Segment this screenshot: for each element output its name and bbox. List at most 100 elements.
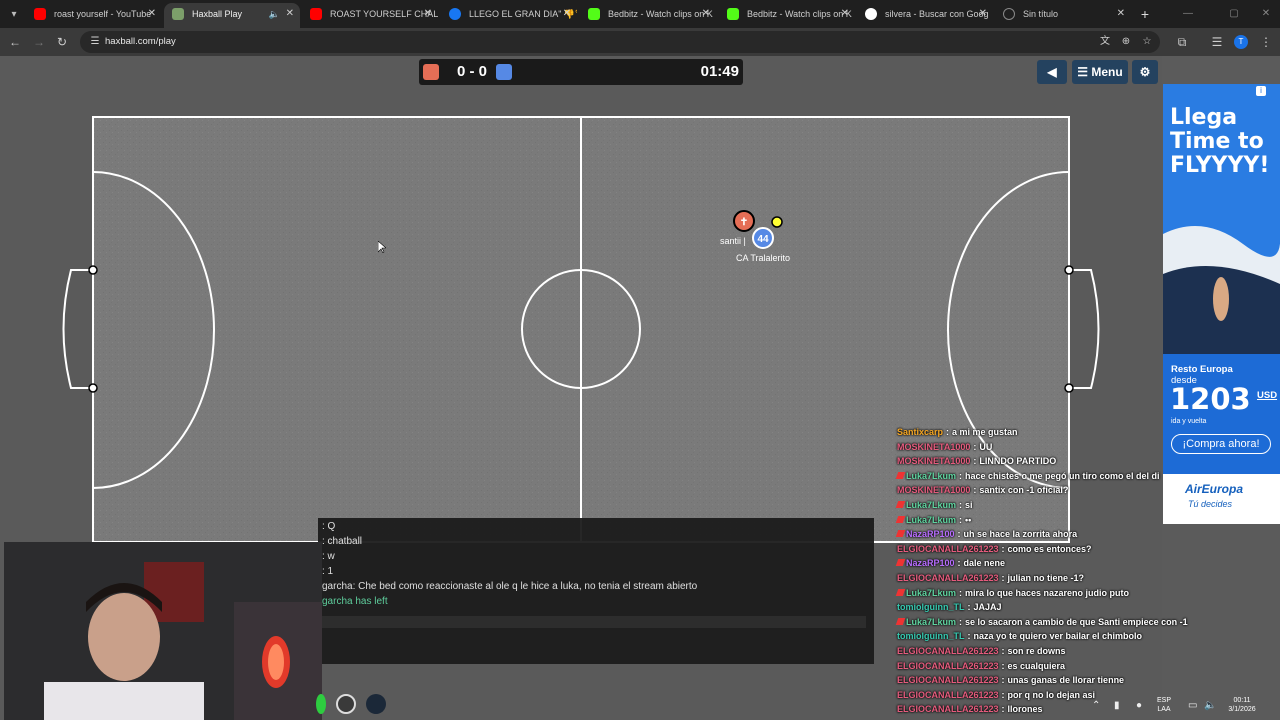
stream-chat-user: Luka7Lkum [906, 470, 957, 481]
ad-trip: ida y vuelta [1171, 418, 1207, 425]
close-icon[interactable]: ✕ [1117, 3, 1125, 25]
browser-toolbar: ← → ↻ ☰ haxball.com/play 文 ⊕ ☆ ⧉ ☰ T ⋮ [0, 28, 1280, 56]
pencil-badge-icon [895, 588, 906, 596]
zoom-icon[interactable]: ⊕ [1118, 34, 1134, 50]
stream-chat-user: ELGIOCANALLA261223 [897, 543, 999, 554]
stream-chat-text: LINNDO PARTIDO [979, 456, 1057, 467]
chat-message: : chatball [322, 536, 363, 547]
stream-chat-text: como es entonces? [1007, 543, 1092, 554]
stream-chat-text: hace chistes o me pegó un tiro como el d… [965, 470, 1160, 481]
stream-chat-colon: : [1001, 543, 1005, 554]
stream-chat-colon: : [973, 485, 977, 496]
airline-ad-banner[interactable]: i Llega Time to FLYYYY! Resto Europa des… [1163, 84, 1280, 524]
kick-icon [588, 8, 600, 20]
stream-chat-colon: : [957, 558, 961, 569]
steam-icon[interactable] [366, 694, 386, 714]
speaker-icon[interactable]: 🔈 [269, 3, 280, 25]
stream-chat-line: NazaRP100: dale nene [895, 556, 1277, 571]
stream-chat-colon: : [959, 587, 963, 598]
minimize-icon[interactable]: — [1180, 4, 1196, 24]
network-icon[interactable]: ▭ [1188, 692, 1197, 720]
stream-chat-line: tomiolguinn_TL: JAJAJ [897, 600, 1277, 615]
tab-kick-2[interactable]: Bedbitz - Watch clips on K ✕ [719, 3, 855, 25]
stream-chat-text: si [965, 499, 973, 510]
profile-avatar[interactable]: T [1234, 35, 1248, 49]
stream-chat-line: ELGIOCANALLA261223: es cualquiera [897, 659, 1277, 674]
site-info-icon[interactable]: ☰ [87, 34, 103, 50]
media-icon[interactable]: ☰ [1208, 33, 1226, 51]
more-menu-icon[interactable]: ⋮ [1257, 33, 1275, 51]
chat-message: : Q [322, 521, 336, 532]
new-tab-button[interactable]: + [1137, 4, 1153, 24]
tab-kick-1[interactable]: Bedbitz - Watch clips on K ✕ [580, 3, 716, 25]
stream-chat-colon: : [959, 514, 963, 525]
stream-chat-user: tomiolguinn_TL [897, 602, 965, 613]
obs-icon[interactable] [336, 694, 356, 714]
ball [771, 216, 783, 228]
language-indicator[interactable]: ESP LAA [1154, 696, 1174, 714]
tab-title: silvera - Buscar con Goog [885, 9, 989, 19]
stream-chat-text: se lo sacaron a cambio de que Santi empi… [965, 616, 1188, 627]
stream-chat-text: dale nene [963, 558, 1006, 569]
address-bar[interactable]: ☰ haxball.com/play 文 ⊕ ☆ [80, 31, 1160, 53]
tab-roast-challenge[interactable]: ROAST YOURSELF CHALL ✕ [302, 3, 438, 25]
star-icon[interactable]: ☆ [1139, 34, 1155, 50]
close-icon[interactable]: ✕ [286, 3, 294, 25]
tab-youtube-roast[interactable]: roast yourself - YouTube ✕ [26, 3, 162, 25]
mouse-cursor-icon [378, 241, 386, 253]
tab-title: Bedbitz - Watch clips on K [608, 9, 713, 19]
stream-chat-user: MOSKINETA1000 [897, 456, 971, 467]
stream-chat-colon: : [1001, 660, 1005, 671]
chat-input[interactable] [322, 616, 866, 628]
close-icon[interactable]: ✕ [702, 3, 710, 25]
pencil-badge-icon [895, 500, 906, 508]
stream-chat-line: tomiolguinn_TL: naza yo te quiero ver bai… [897, 629, 1277, 644]
usb-icon[interactable]: ▮ [1114, 692, 1120, 720]
tab-untitled[interactable]: Sin título ✕ [995, 3, 1131, 25]
stream-chat-user: ELGIOCANALLA261223 [897, 660, 999, 671]
tab-search-icon[interactable]: ▾ [4, 4, 24, 24]
tab-title: ROAST YOURSELF CHALL [330, 9, 438, 19]
pencil-badge-icon [895, 530, 906, 538]
location-icon[interactable]: ● [1136, 692, 1142, 720]
stream-chat-line: ELGIOCANALLA261223: como es entonces? [897, 542, 1277, 557]
stream-chat-user: Luka7Lkum [906, 616, 957, 627]
left-goal [62, 269, 93, 389]
maximize-icon[interactable]: ▢ [1226, 4, 1242, 24]
back-icon[interactable]: ← [6, 33, 24, 51]
ad-offer: Resto Europa [1171, 364, 1233, 375]
close-icon[interactable]: ✕ [563, 3, 571, 25]
system-tray: ⌃ ▮ ● ESP LAA ▭ 🔈 00:11 3/1/2026 [1080, 692, 1280, 720]
ad-currency: USD [1257, 390, 1278, 401]
stream-chat-text: uh se hace la zorrita ahora [963, 529, 1078, 540]
close-window-icon[interactable]: ✕ [1258, 4, 1274, 24]
tab-google[interactable]: silvera - Buscar con Goog ✕ [857, 3, 993, 25]
tab-haxball[interactable]: Haxball Play 🔈 ✕ [164, 3, 300, 28]
reload-icon[interactable]: ↻ [53, 33, 71, 51]
tab-title: LLEGO EL GRAN DIA" 👎🏆 [469, 9, 577, 19]
globe-icon [1003, 8, 1015, 20]
app-icon[interactable] [316, 694, 326, 714]
translate-icon[interactable]: 文 [1097, 34, 1113, 50]
clock[interactable]: 00:11 3/1/2026 [1220, 696, 1264, 714]
close-icon[interactable]: ✕ [841, 3, 849, 25]
ad-cta-button[interactable]: ¡Compra ahora! [1171, 434, 1271, 454]
extensions-icon[interactable]: ⧉ [1173, 33, 1191, 51]
close-icon[interactable]: ✕ [148, 3, 156, 25]
clock-date: 3/1/2026 [1228, 706, 1256, 713]
stream-chat-user: ELGIOCANALLA261223 [897, 704, 999, 715]
volume-icon[interactable]: 🔈 [1204, 692, 1216, 720]
stream-chat-colon: : [1001, 689, 1005, 700]
chevron-up-icon[interactable]: ⌃ [1092, 692, 1100, 720]
stream-chat-line: Luka7Lkum: mira lo que haces nazareno jud… [895, 586, 1277, 601]
tab-facebook[interactable]: LLEGO EL GRAN DIA" 👎🏆 ✕ [441, 3, 577, 25]
close-icon[interactable]: ✕ [979, 3, 987, 25]
stream-chat-colon: : [946, 427, 950, 437]
ad-info-icon[interactable]: i [1256, 86, 1266, 96]
stream-chat-colon: : [957, 529, 961, 540]
clock-time: 00:11 [1233, 697, 1251, 704]
stream-chat-text: JAJAJ [973, 602, 1002, 613]
close-icon[interactable]: ✕ [424, 3, 432, 25]
tab-title: Sin título [1023, 9, 1059, 19]
forward-icon[interactable]: → [30, 33, 48, 51]
